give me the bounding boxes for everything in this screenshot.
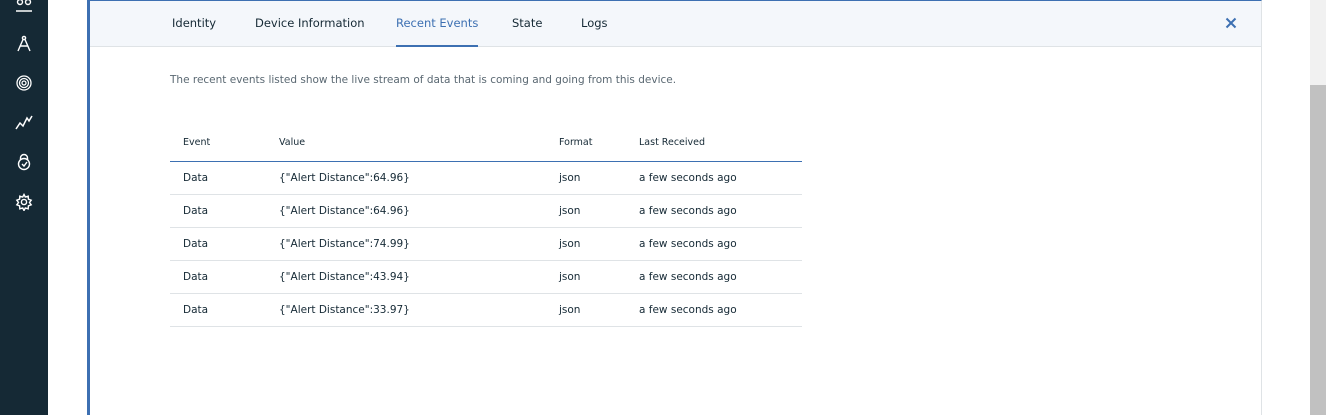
- device-detail-panel: Identity Device Information Recent Event…: [87, 0, 1262, 415]
- tab-identity[interactable]: Identity: [172, 1, 216, 47]
- gear-icon[interactable]: [12, 190, 36, 214]
- value-cell: {"Alert Distance":64.96}: [266, 161, 546, 195]
- value-cell: {"Alert Distance":33.97}: [266, 293, 546, 327]
- last-received-cell: a few seconds ago: [626, 227, 802, 261]
- column-header-event[interactable]: Event: [170, 125, 266, 162]
- last-received-cell: a few seconds ago: [626, 293, 802, 327]
- column-header-value[interactable]: Value: [266, 125, 546, 162]
- compass-icon[interactable]: [12, 32, 36, 56]
- value-cell: {"Alert Distance":43.94}: [266, 260, 546, 294]
- last-received-cell: a few seconds ago: [626, 161, 802, 195]
- recent-events-description: The recent events listed show the live s…: [170, 74, 677, 86]
- users-icon[interactable]: [12, 0, 36, 18]
- close-icon[interactable]: [1223, 15, 1239, 31]
- recent-events-table: Event Value Format Last Received Data {"…: [170, 125, 802, 327]
- format-cell: json: [546, 161, 626, 195]
- format-cell: json: [546, 293, 626, 327]
- value-cell: {"Alert Distance":64.96}: [266, 194, 546, 228]
- format-cell: json: [546, 260, 626, 294]
- tab-device-information[interactable]: Device Information: [255, 1, 365, 47]
- table-header-row: Event Value Format Last Received: [170, 125, 802, 162]
- column-header-format[interactable]: Format: [546, 125, 626, 162]
- column-header-last-received[interactable]: Last Received: [626, 125, 802, 162]
- table-row[interactable]: Data {"Alert Distance":43.94} json a few…: [170, 260, 802, 294]
- lock-icon[interactable]: [12, 150, 36, 174]
- tab-recent-events[interactable]: Recent Events: [396, 1, 479, 47]
- last-received-cell: a few seconds ago: [626, 260, 802, 294]
- event-cell: Data: [170, 194, 266, 228]
- event-cell: Data: [170, 161, 266, 195]
- tab-logs[interactable]: Logs: [581, 1, 608, 47]
- last-received-cell: a few seconds ago: [626, 194, 802, 228]
- event-cell: Data: [170, 260, 266, 294]
- value-cell: {"Alert Distance":74.99}: [266, 227, 546, 261]
- format-cell: json: [546, 194, 626, 228]
- left-sidebar: [0, 0, 48, 415]
- fingerprint-icon[interactable]: [12, 71, 36, 95]
- table-row[interactable]: Data {"Alert Distance":64.96} json a few…: [170, 194, 802, 228]
- format-cell: json: [546, 227, 626, 261]
- analytics-icon[interactable]: [12, 110, 36, 134]
- tab-bar: Identity Device Information Recent Event…: [90, 1, 1261, 47]
- table-row[interactable]: Data {"Alert Distance":74.99} json a few…: [170, 227, 802, 261]
- tab-state[interactable]: State: [512, 1, 542, 47]
- event-cell: Data: [170, 293, 266, 327]
- scrollbar-thumb[interactable]: [1310, 85, 1326, 415]
- table-row[interactable]: Data {"Alert Distance":33.97} json a few…: [170, 293, 802, 327]
- table-row[interactable]: Data {"Alert Distance":64.96} json a few…: [170, 161, 802, 195]
- event-cell: Data: [170, 227, 266, 261]
